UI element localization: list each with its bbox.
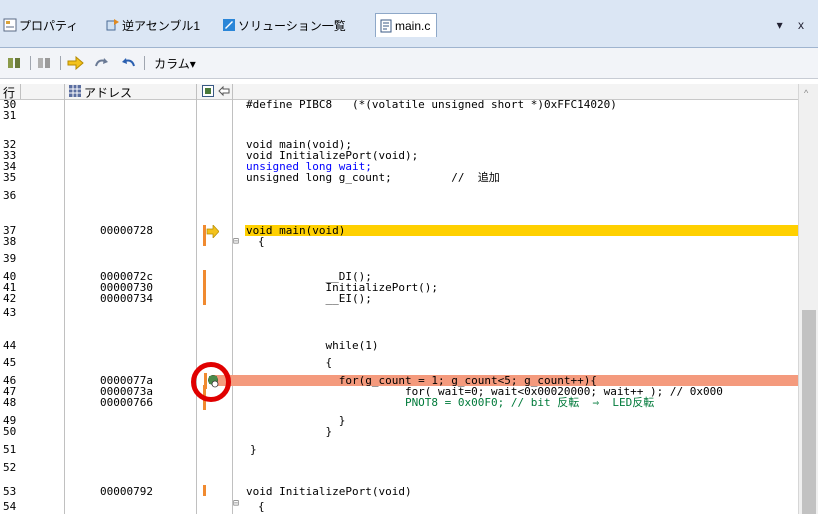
code-row: 54 { <box>0 501 798 512</box>
line-address: 00000766 <box>100 396 153 409</box>
grid-icon <box>69 85 81 97</box>
disassembly-icon <box>106 19 119 31</box>
breakpoint-highlight-circle <box>191 362 231 402</box>
code-row: 36 <box>0 190 798 201</box>
editor-toolbar: カラム▾ <box>0 48 818 79</box>
step-in-button[interactable] <box>6 55 24 71</box>
tab-disassembly[interactable]: 逆アセンブル1 <box>106 15 200 35</box>
tab-disassembly-label: 逆アセンブル1 <box>122 18 201 33</box>
scroll-up-icon[interactable]: ^ <box>804 88 808 98</box>
code-row: 52 <box>0 462 798 473</box>
undo-button[interactable] <box>118 55 138 71</box>
code-row: 39 <box>0 253 798 264</box>
line-source: void InitializePort(void) <box>246 485 412 498</box>
toolbar-separator <box>60 56 61 70</box>
line-source: } <box>246 425 333 438</box>
line-number: 38 <box>3 235 17 248</box>
step-over-icon <box>38 58 50 68</box>
line-number: 51 <box>3 443 17 456</box>
line-source: __EI(); <box>246 292 372 305</box>
source-file-icon <box>380 19 392 32</box>
code-row: 31 <box>0 110 798 121</box>
line-source: PNOT8 = 0x00F0; // bit 反転 ⇒ LED反転 <box>246 396 655 409</box>
line-number: 52 <box>3 461 17 474</box>
step-over-button[interactable] <box>36 55 54 71</box>
tab-main-c-label: main.c <box>395 18 431 33</box>
document-tab-bar: プロパティ 逆アセンブル1 ソリューション一覧 main.c ▾ x <box>0 0 818 48</box>
scrollbar-thumb[interactable] <box>802 310 816 514</box>
tab-properties-label: プロパティ <box>19 18 79 33</box>
toolbar-separator <box>30 56 31 70</box>
line-source: unsigned long g_count; // 追加 <box>246 171 500 184</box>
column-header-bar: 行 アドレス <box>0 84 798 100</box>
line-address: 00000734 <box>100 292 153 305</box>
line-source: { <box>258 500 265 513</box>
column-divider <box>20 84 21 99</box>
code-row: 53 00000792 void InitializePort(void) <box>0 486 798 497</box>
redo-icon <box>95 58 108 67</box>
line-number: 50 <box>3 425 17 438</box>
source-code-area[interactable]: ⊟ ⊟ 30 #define PIBC8 (*(volatile unsigned… <box>0 99 798 514</box>
go-to-current-icon <box>67 56 84 70</box>
code-row: 48 00000766 PNOT8 = 0x00F0; // bit 反転 ⇒ L… <box>0 397 798 408</box>
redo-button[interactable] <box>92 55 112 71</box>
code-row: 51} <box>0 444 798 455</box>
code-row: 35 unsigned long g_count; // 追加 <box>0 172 798 183</box>
tab-properties[interactable]: プロパティ <box>3 15 78 35</box>
line-number: 36 <box>3 189 17 202</box>
undo-icon <box>122 58 135 67</box>
solution-list-icon <box>223 19 235 31</box>
tab-dropdown-close-controls[interactable]: ▾ x <box>777 18 810 32</box>
code-row: 44 while(1) <box>0 340 798 351</box>
code-row: 45 { <box>0 357 798 368</box>
line-number: 35 <box>3 171 17 184</box>
line-source: while(1) <box>246 339 379 352</box>
vertical-scrollbar[interactable]: ^ <box>798 84 818 514</box>
line-source: } <box>250 443 257 456</box>
code-row: 50 } <box>0 426 798 437</box>
code-row-current: 37 00000728 void main(void) <box>0 225 798 236</box>
code-row: 38 { <box>0 236 798 247</box>
line-number: 43 <box>3 306 17 319</box>
tab-main-c[interactable]: main.c <box>375 13 438 37</box>
column-dropdown[interactable]: カラム▾ <box>150 55 200 71</box>
line-number: 45 <box>3 356 17 369</box>
go-to-current-button[interactable] <box>66 55 86 71</box>
breakpoint-column-icon <box>202 85 214 97</box>
line-number: 44 <box>3 339 17 352</box>
tab-solution-list[interactable]: ソリューション一覧 <box>222 15 346 35</box>
code-row: 42 00000734 __EI(); <box>0 293 798 304</box>
code-row: 43 <box>0 307 798 318</box>
step-in-icon <box>8 58 20 68</box>
line-source: #define PIBC8 (*(volatile unsigned short… <box>246 99 617 111</box>
line-address: 00000792 <box>100 485 153 498</box>
line-number: 39 <box>3 252 17 265</box>
line-number: 54 <box>3 500 17 513</box>
line-address: 00000728 <box>100 224 153 237</box>
line-number: 42 <box>3 292 17 305</box>
properties-icon <box>3 18 17 32</box>
line-number: 48 <box>3 396 17 409</box>
code-row: 33 void InitializePort(void); <box>0 150 798 161</box>
tab-solution-list-label: ソリューション一覧 <box>238 18 346 33</box>
line-source: { <box>258 235 265 248</box>
code-row: 49 } <box>0 415 798 426</box>
line-number: 31 <box>3 109 17 122</box>
line-number: 53 <box>3 485 17 498</box>
toolbar-separator <box>144 56 145 70</box>
code-row: 30 #define PIBC8 (*(volatile unsigned sho… <box>0 99 798 110</box>
line-source: { <box>246 356 333 369</box>
pointer-column-icon <box>218 85 230 97</box>
current-pc-arrow-icon <box>203 225 219 238</box>
